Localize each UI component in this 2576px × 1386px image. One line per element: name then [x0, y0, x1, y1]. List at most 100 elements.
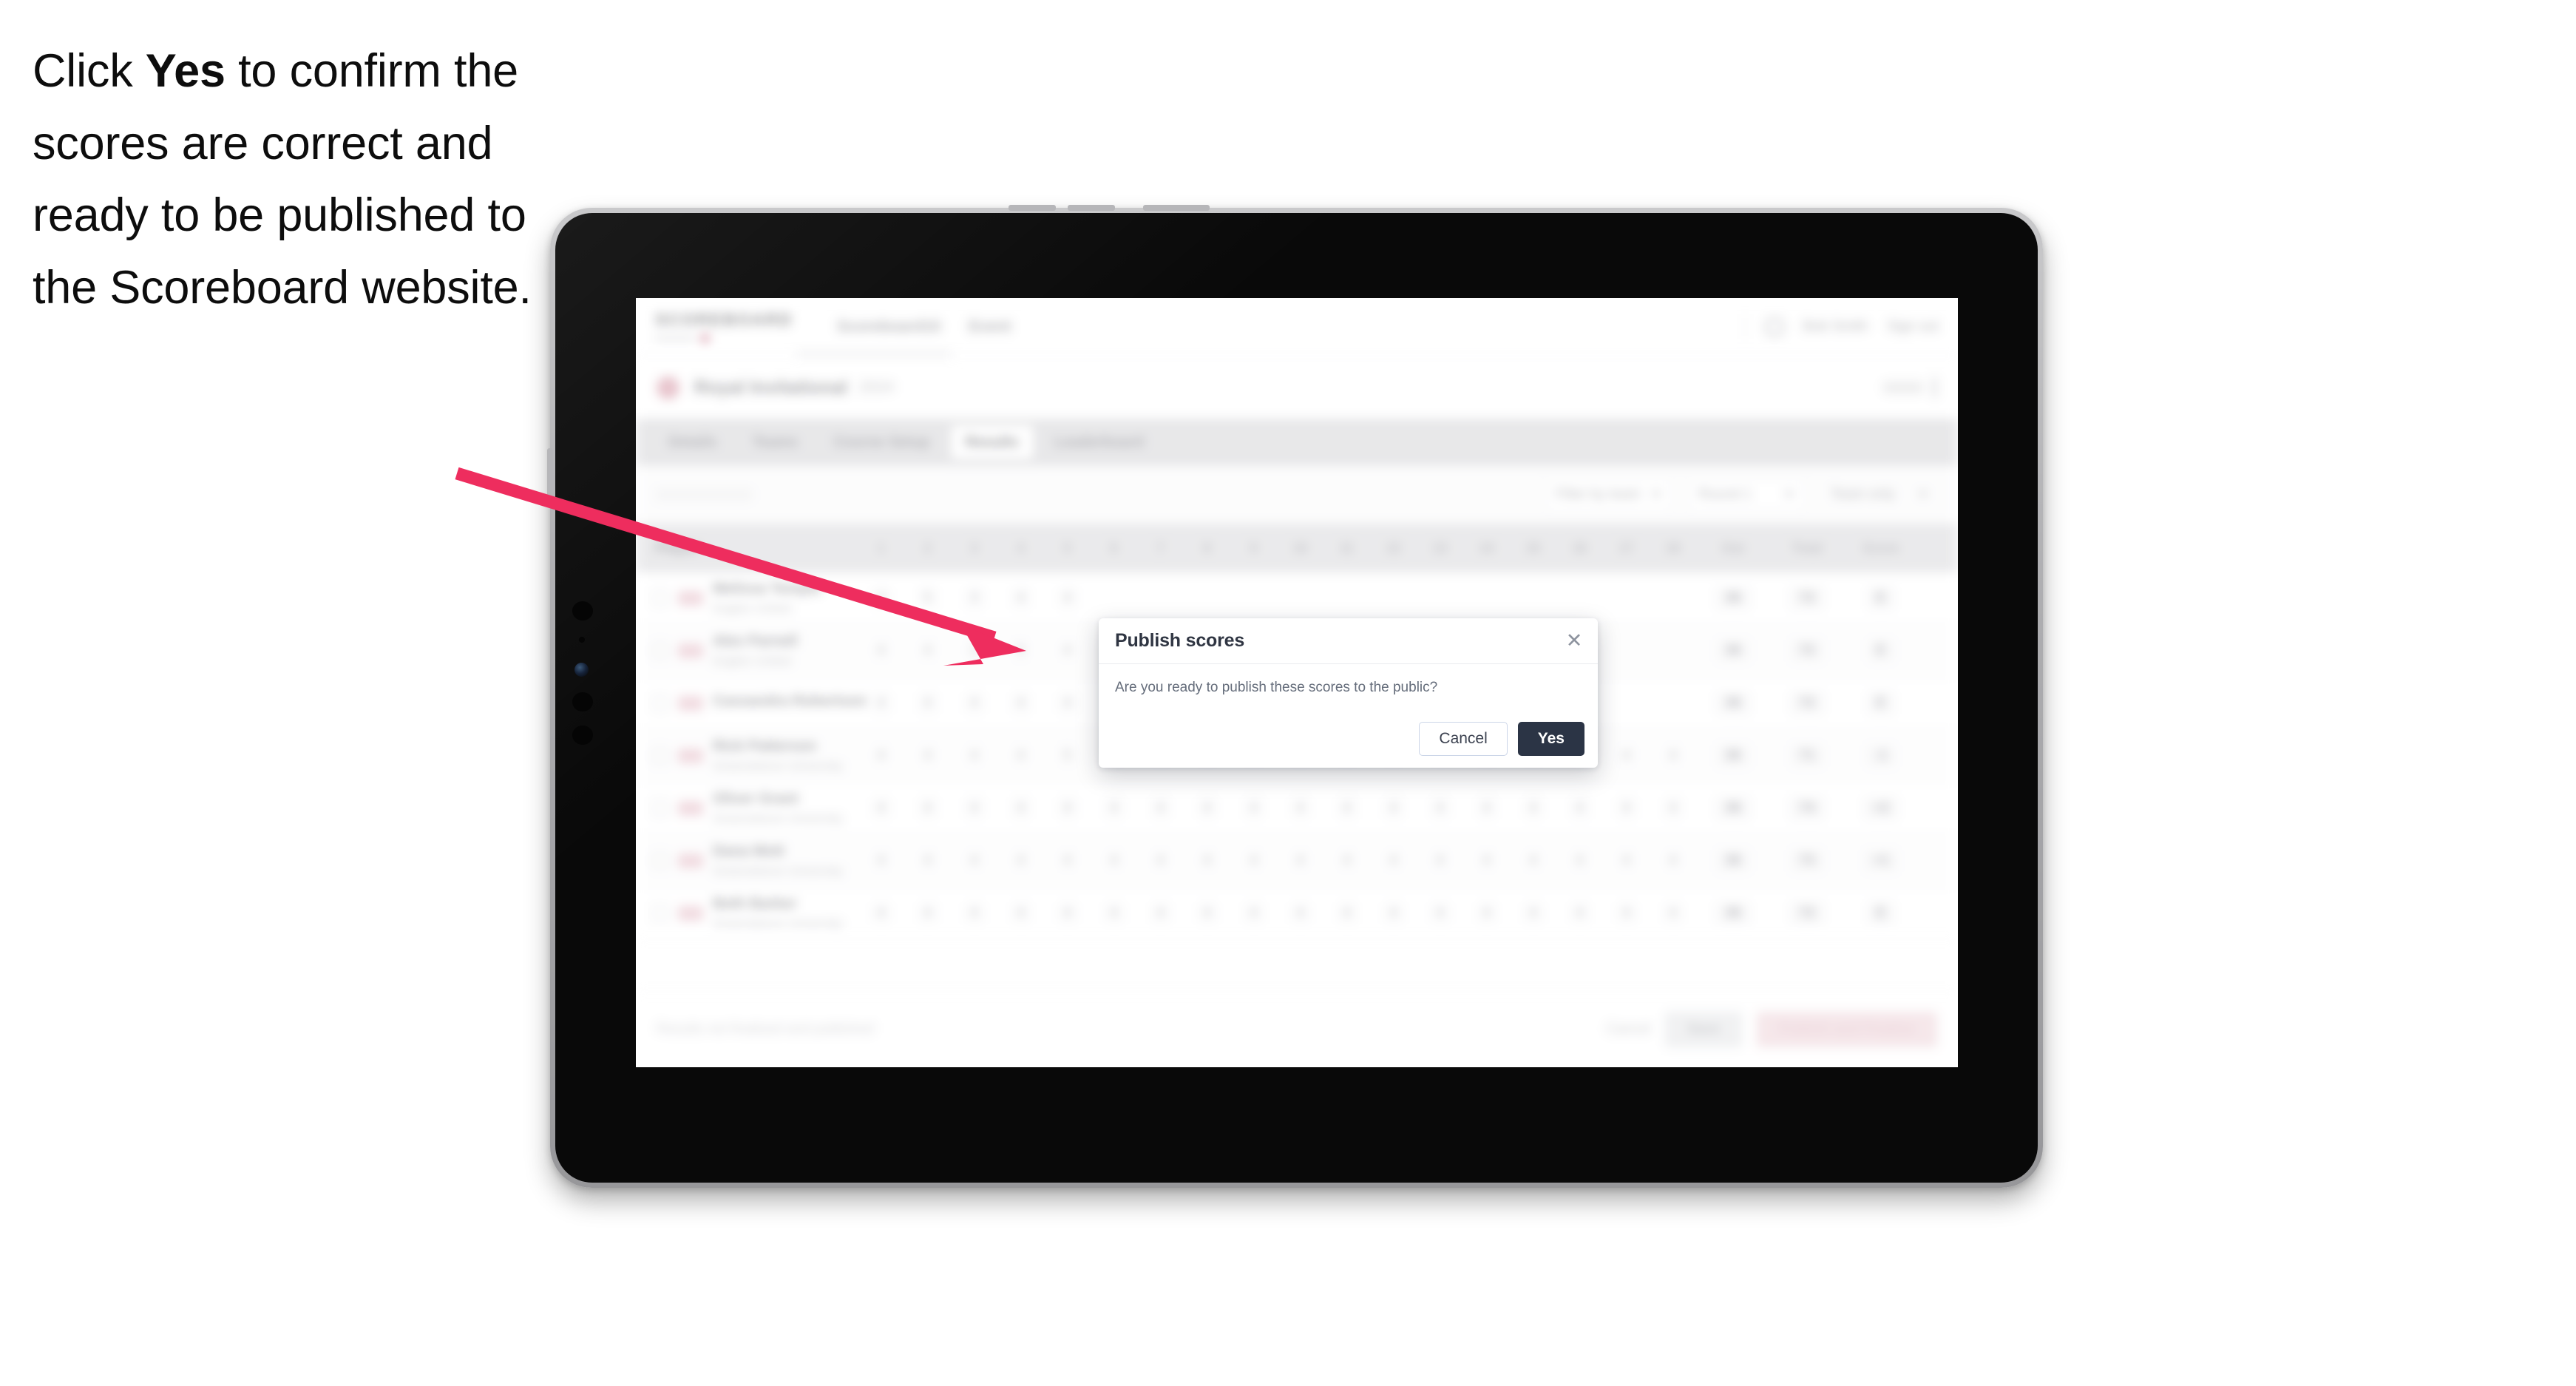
hole-score-cell[interactable]: 4: [1137, 902, 1184, 924]
hole-score-cell[interactable]: 3: [951, 640, 997, 662]
hole-score-cell[interactable]: 4: [1650, 745, 1696, 767]
hole-score-cell[interactable]: 4: [997, 587, 1044, 609]
hole-score-cell[interactable]: 4: [1277, 797, 1323, 819]
hole-score-cell[interactable]: 5: [904, 587, 951, 609]
volume-up-button[interactable]: [1009, 205, 1056, 211]
hole-score-cell[interactable]: 4: [858, 745, 904, 767]
hole-score-cell[interactable]: 4: [1184, 850, 1230, 872]
hole-score-cell[interactable]: 4: [1137, 797, 1184, 819]
hole-score-cell[interactable]: 4: [1044, 587, 1091, 609]
yes-button[interactable]: Yes: [1517, 722, 1584, 756]
hole-score-cell[interactable]: 4: [1323, 902, 1370, 924]
close-icon[interactable]: ✕: [1564, 631, 1584, 652]
hole-score-cell[interactable]: 4: [1603, 745, 1650, 767]
app-logo[interactable]: SCOREBOARD: [655, 310, 793, 343]
hole-score-cell[interactable]: 4: [1556, 850, 1603, 872]
hole-score-cell[interactable]: 4: [997, 850, 1044, 872]
row-checkbox[interactable]: [652, 695, 668, 711]
hole-score-cell[interactable]: 4: [997, 902, 1044, 924]
hole-score-cell[interactable]: 4: [1603, 797, 1650, 819]
hole-score-cell[interactable]: 4: [1556, 902, 1603, 924]
power-button[interactable]: [1143, 205, 1210, 211]
hole-score-cell[interactable]: 4: [1277, 850, 1323, 872]
hole-score-cell[interactable]: 4: [1044, 850, 1091, 872]
hole-score-cell[interactable]: 4: [1091, 797, 1137, 819]
hole-score-cell[interactable]: 4: [1184, 902, 1230, 924]
hole-score-cell[interactable]: 4: [1230, 797, 1277, 819]
hole-score-cell[interactable]: 4: [1370, 797, 1417, 819]
tab-course-setup[interactable]: Course Setup: [818, 425, 944, 459]
hole-score-cell[interactable]: 4: [1603, 902, 1650, 924]
hole-score-cell[interactable]: 4: [904, 850, 951, 872]
table-row[interactable]: Oliver Grant Greensleeve University 4 4 4 4 4 4…: [636, 782, 1958, 835]
hole-score-cell[interactable]: 4: [1323, 850, 1370, 872]
filter-team-dropdown[interactable]: Filter by team: [1544, 478, 1672, 512]
volume-down-button[interactable]: [1068, 205, 1115, 211]
footer-cancel-link[interactable]: Cancel: [1607, 1021, 1650, 1038]
nav-link-scoreboard[interactable]: Scoreboard10: [837, 318, 940, 336]
cancel-button[interactable]: Cancel: [1419, 722, 1508, 756]
bell-icon[interactable]: [1764, 317, 1784, 337]
hole-score-cell[interactable]: 4: [1091, 850, 1137, 872]
footer-publish-finalise-button[interactable]: Publish and Finalise: [1757, 1011, 1937, 1047]
hole-score-cell[interactable]: 4: [1044, 797, 1091, 819]
hole-score-cell[interactable]: 4: [1556, 797, 1603, 819]
hole-score-cell[interactable]: 4: [1510, 850, 1556, 872]
hole-score-cell[interactable]: 4: [904, 797, 951, 819]
row-checkbox[interactable]: [652, 748, 668, 764]
hole-score-cell[interactable]: 4: [858, 587, 904, 609]
hole-score-cell[interactable]: 4: [1370, 902, 1417, 924]
hole-score-cell[interactable]: 4: [1417, 797, 1463, 819]
table-row[interactable]: Melissa Temple Eagles United 4 5 3 4 4 36 72 E: [636, 572, 1958, 625]
hole-score-cell[interactable]: 4: [951, 850, 997, 872]
filter-round-dropdown[interactable]: Round 1: [1687, 478, 1806, 512]
table-row[interactable]: Beth Barker Greensleeve University 4 4 4 4 4 4 4…: [636, 888, 1958, 940]
hole-score-cell[interactable]: 4: [1510, 797, 1556, 819]
hole-score-cell[interactable]: 4: [951, 745, 997, 767]
hole-score-cell[interactable]: 4: [1044, 692, 1091, 714]
hole-score-cell[interactable]: 4: [858, 640, 904, 662]
hole-score-cell[interactable]: 4: [904, 902, 951, 924]
nav-user-name[interactable]: Bob Smith: [1803, 319, 1868, 335]
hole-score-cell[interactable]: 4: [858, 692, 904, 714]
hole-score-cell[interactable]: 4: [997, 745, 1044, 767]
footer-save-button[interactable]: Save: [1664, 1011, 1743, 1047]
hole-score-cell[interactable]: 4: [858, 902, 904, 924]
hole-score-cell[interactable]: 4: [1463, 850, 1510, 872]
hole-score-cell[interactable]: 4: [1603, 850, 1650, 872]
hole-score-cell[interactable]: 4: [904, 692, 951, 714]
hole-score-cell[interactable]: 4: [1650, 850, 1696, 872]
hole-score-cell[interactable]: 4: [1044, 640, 1091, 662]
tab-teams[interactable]: Teams: [738, 425, 813, 459]
hole-score-cell[interactable]: 4: [904, 745, 951, 767]
tab-details[interactable]: Details: [654, 425, 732, 459]
hole-score-cell[interactable]: 4: [1650, 902, 1696, 924]
hole-score-cell[interactable]: 4: [997, 692, 1044, 714]
hole-score-cell[interactable]: 4: [858, 850, 904, 872]
nav-link-event[interactable]: Event: [969, 318, 1011, 336]
hole-score-cell[interactable]: 4: [1370, 850, 1417, 872]
hole-score-cell[interactable]: 4: [1184, 797, 1230, 819]
hole-score-cell[interactable]: 4: [1510, 902, 1556, 924]
hole-score-cell[interactable]: 4: [1463, 797, 1510, 819]
table-row[interactable]: Dana Mott Greensleeve University 4 4 4 4 4 4 4 4 4…: [636, 835, 1958, 888]
hole-score-cell[interactable]: 4: [1044, 902, 1091, 924]
hole-score-cell[interactable]: 4: [1417, 902, 1463, 924]
tab-leaderboard[interactable]: Leaderboard: [1040, 425, 1159, 459]
nav-signout-link[interactable]: Sign out: [1887, 319, 1939, 335]
hole-score-cell[interactable]: 4: [1137, 850, 1184, 872]
row-checkbox[interactable]: [652, 590, 668, 606]
hole-score-cell[interactable]: 4: [951, 797, 997, 819]
hole-score-cell[interactable]: 4: [1417, 850, 1463, 872]
hole-score-cell[interactable]: 4: [1091, 902, 1137, 924]
hole-score-cell[interactable]: 3: [951, 587, 997, 609]
row-checkbox[interactable]: [652, 853, 668, 869]
row-checkbox[interactable]: [652, 643, 668, 659]
row-checkbox[interactable]: [652, 905, 668, 922]
hole-score-cell[interactable]: 4: [1277, 902, 1323, 924]
hole-score-cell[interactable]: 4: [858, 797, 904, 819]
row-checkbox[interactable]: [652, 800, 668, 817]
hole-score-cell[interactable]: 5: [997, 640, 1044, 662]
hole-score-cell[interactable]: 4: [904, 640, 951, 662]
tab-results[interactable]: Results: [950, 425, 1034, 459]
